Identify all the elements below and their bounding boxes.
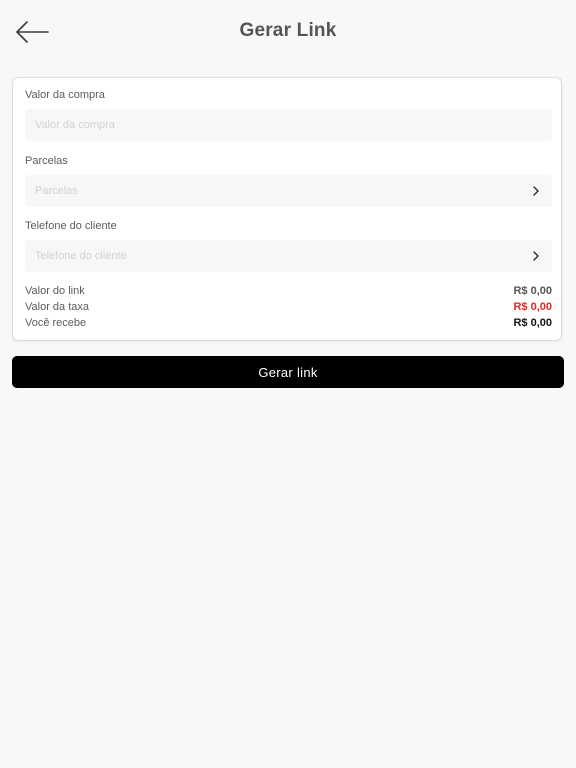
receive-value-amount: R$ 0,00 — [513, 317, 552, 329]
installments-label: Parcelas — [25, 155, 68, 167]
link-value-label: Valor do link — [25, 285, 85, 297]
chevron-right-icon — [533, 251, 539, 261]
link-value-amount: R$ 0,00 — [513, 285, 552, 297]
purchase-value-field[interactable] — [25, 109, 552, 141]
installments-input[interactable] — [25, 175, 515, 207]
customer-phone-select[interactable] — [25, 240, 552, 272]
customer-phone-label: Telefone do cliente — [25, 220, 117, 232]
customer-phone-input[interactable] — [25, 240, 515, 272]
purchase-value-input[interactable] — [25, 109, 515, 141]
purchase-value-label: Valor da compra — [25, 89, 105, 101]
app-header: Gerar Link — [0, 0, 576, 64]
fee-value-row: Valor da taxa R$ 0,00 — [25, 301, 552, 317]
link-value-row: Valor do link R$ 0,00 — [25, 285, 552, 301]
fee-value-label: Valor da taxa — [25, 301, 90, 313]
installments-select[interactable] — [25, 175, 552, 207]
generate-link-button[interactable]: Gerar link — [12, 356, 564, 388]
receive-value-label: Você recebe — [25, 317, 87, 329]
receive-value-row: Você recebe R$ 0,00 — [25, 317, 552, 333]
link-form-card: Valor da compra Parcelas Telefone do cli… — [12, 77, 562, 341]
page-title: Gerar Link — [239, 20, 337, 41]
chevron-right-icon — [533, 186, 539, 196]
fee-value-amount: R$ 0,00 — [513, 301, 552, 313]
